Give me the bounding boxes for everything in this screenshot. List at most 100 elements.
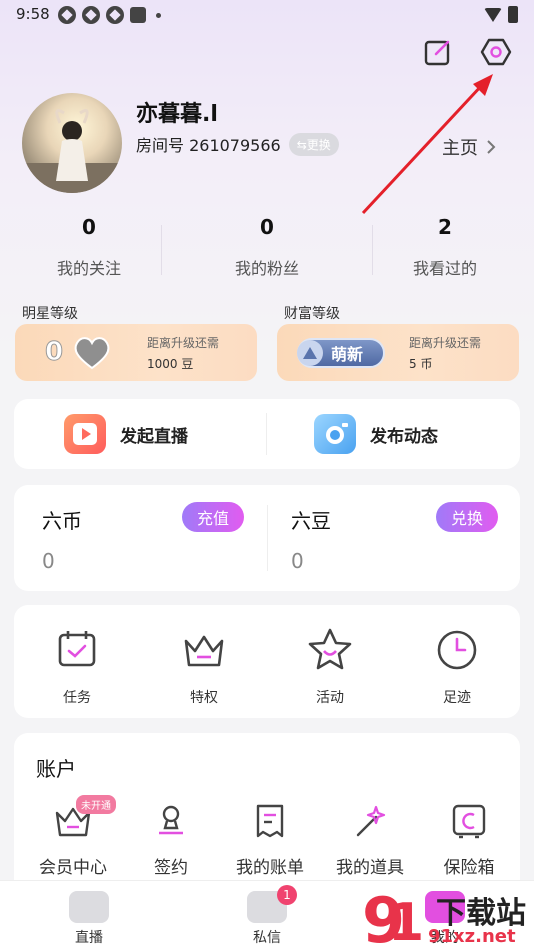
app-notification-icon [58, 6, 76, 24]
watermark-url: 91xz.net [428, 926, 516, 947]
star-level-card[interactable]: 0 距离升级还需 1000 豆 [15, 324, 257, 381]
battery-icon [508, 6, 518, 23]
feature-label: 足迹 [443, 690, 471, 706]
stat-value: 0 [260, 215, 274, 239]
feature-label: 任务 [63, 690, 91, 706]
homepage-link[interactable]: 主页 [442, 134, 496, 160]
wealth-level-requirement: 5 币 [409, 357, 433, 371]
divider [267, 505, 268, 571]
stat-label: 我的关注 [56, 259, 121, 278]
stat-label: 我看过的 [412, 259, 477, 278]
nav-messages[interactable]: 1 私信 [222, 885, 312, 947]
nav-label: 私信 [253, 930, 281, 946]
chevron-right-icon [487, 140, 496, 154]
nav-label: 直播 [75, 930, 103, 946]
stat-value: 0 [82, 215, 96, 239]
account-title: 账户 [36, 757, 76, 781]
safe-icon [452, 804, 486, 839]
account-item-props[interactable]: 我的道具 [320, 801, 420, 878]
user-name: 亦暮暮.l [136, 102, 218, 127]
account-item-sign[interactable]: 签约 [121, 801, 221, 878]
stat-viewed[interactable]: 2 我看过的 [356, 215, 534, 279]
quick-actions-card: 发起直播 发布动态 [14, 399, 520, 469]
live-play-icon [64, 414, 106, 454]
beans-title: 六豆 [291, 509, 331, 533]
status-time: 9:58 [16, 5, 50, 23]
app-notification-icon [106, 6, 124, 24]
notification-icons [58, 6, 161, 24]
stamp-icon [159, 805, 183, 835]
feature-label: 活动 [316, 690, 344, 706]
wealth-level-badge: 萌新 [297, 338, 385, 368]
stats-row: 0 我的关注 0 我的粉丝 2 我看过的 [0, 215, 534, 279]
triangle-level-icon [297, 340, 323, 366]
site-watermark: 9 1 下载站 91xz.net [358, 882, 534, 950]
account-item-bill[interactable]: 我的账单 [220, 801, 320, 878]
currency-card: 六币 0 充值 六豆 0 兑换 [14, 485, 520, 591]
grey-heart-icon [74, 337, 110, 370]
wealth-level-card[interactable]: 萌新 距离升级还需 5 币 [277, 324, 519, 381]
exchange-button[interactable]: 兑换 [436, 502, 498, 532]
account-item-label: 我的道具 [336, 858, 404, 878]
stat-fans[interactable]: 0 我的粉丝 [178, 215, 356, 279]
stat-following[interactable]: 0 我的关注 [0, 215, 178, 279]
room-row: 房间号 261079566 ⇆更换 [136, 132, 339, 156]
homepage-label: 主页 [442, 138, 478, 159]
not-activated-badge: 未开通 [76, 795, 116, 814]
calendar-check-icon [58, 631, 96, 667]
wealth-level-badge-text: 萌新 [331, 345, 364, 364]
divider [161, 225, 162, 275]
unread-badge: 1 [277, 885, 297, 905]
account-card: 账户 会员中心 未开通 签约 我的账单 我的道具 保险箱 [14, 733, 520, 893]
start-live-button[interactable]: 发起直播 [64, 399, 188, 469]
more-notifications-icon [156, 12, 161, 18]
divider [266, 413, 267, 455]
svg-text:1: 1 [388, 893, 424, 950]
camera-icon [314, 414, 356, 454]
star-level-number: 0 [44, 337, 64, 368]
star-level-hint: 距离升级还需 [147, 336, 220, 350]
avatar[interactable] [22, 93, 122, 193]
app-notification-icon [130, 7, 146, 23]
star-level-title: 明星等级 [22, 306, 78, 322]
avatar-photo [22, 109, 122, 193]
status-bar: 9:58 [0, 0, 534, 30]
feature-activity[interactable]: 活动 [280, 627, 380, 707]
stat-value: 2 [438, 215, 452, 239]
coins-title: 六币 [42, 509, 82, 533]
start-live-label: 发起直播 [120, 426, 188, 447]
stat-label: 我的粉丝 [234, 259, 299, 278]
beans-value: 0 [291, 549, 304, 573]
nav-live[interactable]: 直播 [44, 891, 134, 947]
app-notification-icon [82, 6, 100, 24]
coins-value: 0 [42, 549, 55, 573]
post-moment-button[interactable]: 发布动态 [314, 399, 438, 469]
settings-button[interactable] [478, 34, 514, 70]
edit-profile-button[interactable] [420, 34, 456, 70]
account-item-label: 签约 [154, 858, 188, 878]
star-level-requirement: 1000 豆 [147, 357, 194, 371]
divider [372, 225, 373, 275]
star-icon [308, 628, 352, 670]
account-item-safe[interactable]: 保险箱 [419, 801, 519, 878]
room-number: 房间号 261079566 [136, 136, 281, 155]
recharge-button[interactable]: 充值 [182, 502, 244, 532]
swap-room-button[interactable]: ⇆更换 [288, 132, 339, 156]
feature-task[interactable]: 任务 [27, 627, 127, 707]
feature-privilege[interactable]: 特权 [154, 627, 254, 707]
wifi-icon [484, 7, 502, 22]
video-camera-icon [69, 891, 109, 923]
edit-icon [424, 40, 450, 66]
post-moment-label: 发布动态 [370, 426, 438, 447]
magic-wand-icon [356, 805, 386, 837]
features-card: 任务 特权 活动 足迹 [14, 605, 520, 718]
feature-footprint[interactable]: 足迹 [407, 627, 507, 707]
wealth-level-title: 财富等级 [284, 306, 340, 322]
account-item-label: 保险箱 [443, 858, 495, 878]
account-item-label: 会员中心 [39, 858, 107, 878]
crown-icon [184, 635, 224, 667]
account-item-label: 我的账单 [236, 858, 304, 878]
feature-label: 特权 [190, 690, 218, 706]
receipt-icon [256, 804, 284, 838]
wealth-level-hint: 距离升级还需 [409, 336, 482, 350]
